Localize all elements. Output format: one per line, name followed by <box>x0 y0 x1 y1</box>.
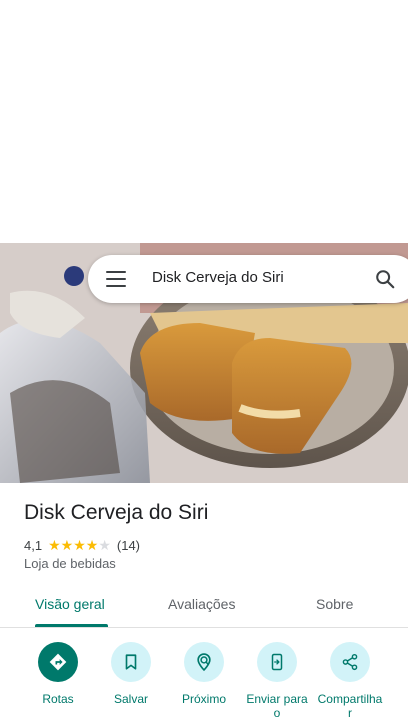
review-count[interactable]: (14) <box>117 538 140 553</box>
directions-label: Rotas <box>42 692 74 706</box>
tab-about[interactable]: Sobre <box>316 596 353 612</box>
star-icon: ★ <box>48 537 61 553</box>
star-icon: ★ <box>73 537 86 553</box>
bookmark-icon <box>125 654 137 670</box>
share-button[interactable]: Compartilha r <box>312 642 388 720</box>
share-label: Compartilha r <box>317 692 383 720</box>
nearby-label: Próximo <box>181 692 226 706</box>
share-icon <box>342 653 358 671</box>
directions-icon <box>49 653 67 671</box>
active-tab-indicator <box>35 624 108 627</box>
star-icon: ★ <box>85 537 99 553</box>
save-label: Salvar <box>113 692 148 706</box>
star-icon: ★ <box>60 537 74 553</box>
rating-stars: ★ ★ ★ ★ ★ <box>48 538 111 552</box>
rating-row[interactable]: 4,1 ★ ★ ★ ★ ★ (14) <box>24 536 140 554</box>
menu-icon[interactable] <box>106 271 126 287</box>
search-query-text[interactable]: Disk Cerveja do Siri <box>152 269 284 286</box>
search-icon[interactable] <box>374 268 396 290</box>
rating-value: 4,1 <box>24 537 43 553</box>
nearby-button[interactable]: Próximo <box>166 642 242 706</box>
save-button[interactable]: Salvar <box>93 642 169 706</box>
send-to-phone-label: Enviar para o <box>246 692 308 720</box>
directions-button[interactable]: Rotas <box>20 642 96 706</box>
send-to-phone-button[interactable]: Enviar para o <box>239 642 315 720</box>
star-empty-icon: ★ <box>98 537 111 553</box>
search-bar[interactable]: Disk Cerveja do Siri <box>88 255 408 303</box>
place-title: Disk Cerveja do Siri <box>24 501 209 524</box>
action-bar: Rotas Salvar Próximo Enviar para o Compa… <box>0 640 408 726</box>
send-to-phone-icon <box>271 653 283 671</box>
tab-bar: Visão geral Avaliações Sobre <box>0 588 408 628</box>
tab-overview[interactable]: Visão geral <box>35 596 105 612</box>
nearby-icon <box>197 653 211 672</box>
map-blank-area <box>0 0 408 243</box>
tab-reviews[interactable]: Avaliações <box>168 596 235 612</box>
place-category[interactable]: Loja de bebidas <box>24 556 116 571</box>
